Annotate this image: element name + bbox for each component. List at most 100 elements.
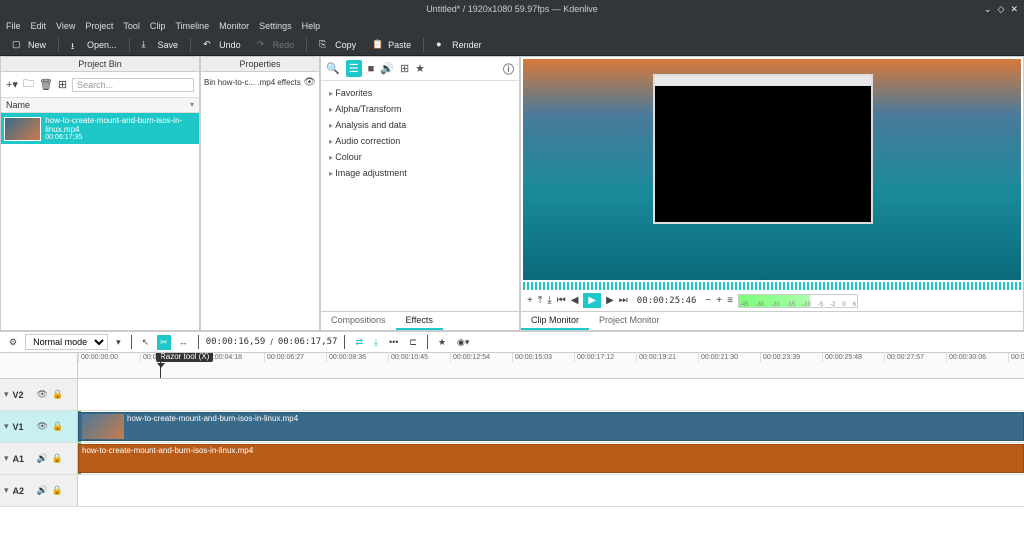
lock-icon[interactable]: 🔒 [52, 485, 63, 496]
playhead[interactable] [160, 353, 161, 378]
download-icon: ⭳ [71, 39, 83, 51]
track-a1[interactable]: ▾A1🔊🔒 how-to-create-mount-and-burn-isos-… [0, 443, 1024, 475]
step-back-icon[interactable]: ◀ [571, 295, 579, 306]
selection-tool-icon[interactable]: ↖ [139, 335, 153, 350]
effect-category[interactable]: Audio correction [329, 133, 511, 149]
mute-icon[interactable]: 🔊 [37, 485, 48, 496]
effect-category[interactable]: Colour [329, 149, 511, 165]
spacer-tool-icon[interactable]: ↔ [176, 335, 191, 349]
tab-project-monitor[interactable]: Project Monitor [589, 312, 670, 330]
zone-end-icon[interactable]: ⤓ [547, 295, 551, 306]
search-icon[interactable]: 🔍 [326, 62, 340, 75]
open-button[interactable]: ⭳Open... [65, 37, 123, 53]
insert-icon[interactable]: ••• [386, 335, 401, 349]
custom-effects-icon[interactable]: ⊞ [400, 62, 409, 75]
timeline-ruler[interactable]: Razor tool (X) 00:00:00:0000:00:02:0900:… [0, 353, 1024, 379]
minimize-button[interactable]: ⌄ [984, 4, 992, 15]
audio-clip[interactable]: how-to-create-mount-and-burn-isos-in-lin… [78, 444, 1024, 473]
timeline-tc-in[interactable]: 00:00:16,59 [206, 337, 266, 347]
props-text: Bin how-to-c... .mp4 effects [204, 78, 301, 87]
maximize-button[interactable]: ◇ [998, 4, 1005, 15]
copy-button[interactable]: ⎘Copy [313, 37, 362, 53]
timeline-tracks: ▾V2👁🔒 ▾V1👁🔒 how-to-create-mount-and-burn… [0, 379, 1024, 507]
menu-help[interactable]: Help [302, 21, 321, 31]
step-fwd-icon[interactable]: ▶ [606, 295, 614, 306]
edit-mode-select[interactable]: Normal mode [25, 334, 108, 350]
options-icon[interactable]: ≡ [727, 295, 733, 306]
undo-button[interactable]: ↶Undo [197, 37, 247, 53]
effect-category[interactable]: Favorites [329, 85, 511, 101]
preview-icon[interactable]: ◉▾ [454, 335, 472, 350]
rewind-icon[interactable]: ⏮ [557, 295, 566, 306]
bin-column-header[interactable]: Name [1, 98, 199, 113]
video-clip[interactable]: how-to-create-mount-and-burn-isos-in-lin… [78, 412, 1024, 441]
effect-category[interactable]: Image adjustment [329, 165, 511, 181]
save-button[interactable]: ⤓Save [136, 37, 185, 53]
redo-button[interactable]: ↷Redo [251, 37, 301, 53]
tc-minus-icon[interactable]: − [705, 295, 711, 306]
ruler-tick: 00:00:15:03 [512, 353, 574, 362]
menu-clip[interactable]: Clip [150, 21, 166, 31]
track-expand-icon[interactable]: ▾ [4, 453, 9, 464]
menu-edit[interactable]: Edit [31, 21, 47, 31]
mute-icon[interactable]: 🔊 [37, 453, 48, 464]
chevron-down-icon[interactable]: ▾ [113, 335, 124, 350]
track-expand-icon[interactable]: ▾ [4, 485, 9, 496]
effect-category[interactable]: Analysis and data [329, 117, 511, 133]
lock-icon[interactable]: 🔒 [52, 453, 63, 464]
menu-view[interactable]: View [56, 21, 75, 31]
lock-icon[interactable]: 🔒 [52, 421, 63, 432]
razor-tool-icon[interactable]: ✂ [157, 335, 171, 350]
mix-icon[interactable]: ⇄ [352, 335, 366, 350]
track-down-icon[interactable]: ⤓ [371, 335, 381, 350]
track-expand-icon[interactable]: ▾ [4, 421, 9, 432]
mute-icon[interactable]: 👁 [37, 389, 48, 400]
bin-clip-item[interactable]: how-to-create-mount-and-burn-isos-in-lin… [1, 113, 199, 144]
favorites-icon[interactable]: ★ [415, 62, 425, 75]
favorite-icon[interactable]: ★ [435, 335, 449, 350]
tag-icon[interactable]: ⊞ [58, 78, 67, 91]
menu-timeline[interactable]: Timeline [175, 21, 209, 31]
video-effects-icon[interactable]: ■ [368, 63, 375, 75]
add-marker-icon[interactable]: + [527, 295, 533, 306]
info-icon[interactable]: ⓘ [503, 61, 514, 77]
menu-monitor[interactable]: Monitor [219, 21, 249, 31]
paste-button[interactable]: 📋Paste [366, 37, 417, 53]
ruler-tick: 00:00:00:00 [78, 353, 140, 362]
audio-effects-icon[interactable]: 🔊 [380, 62, 394, 75]
monitor-viewport[interactable] [523, 59, 1021, 280]
folder-icon[interactable]: 🗀 [23, 75, 34, 94]
settings-icon[interactable]: ⚙ [6, 335, 20, 350]
bin-header: Project Bin [1, 57, 199, 72]
track-a2[interactable]: ▾A2🔊🔒 [0, 475, 1024, 507]
new-button[interactable]: ▢New [6, 37, 52, 53]
close-button[interactable]: ✕ [1010, 4, 1018, 15]
effect-category[interactable]: Alpha/Transform [329, 101, 511, 117]
lock-icon[interactable]: 🔒 [52, 389, 63, 400]
play-button[interactable]: ▶ [583, 293, 601, 308]
tab-clip-monitor[interactable]: Clip Monitor [521, 312, 589, 330]
visibility-icon[interactable]: 👁 [303, 77, 316, 88]
track-v1[interactable]: ▾V1👁🔒 how-to-create-mount-and-burn-isos-… [0, 411, 1024, 443]
menu-project[interactable]: Project [85, 21, 113, 31]
monitor-timecode[interactable]: 00:00:25:46 [637, 296, 697, 306]
timeline-tc-out[interactable]: 00:06:17,57 [278, 337, 338, 347]
tab-effects[interactable]: Effects [396, 312, 443, 330]
fast-fwd-icon[interactable]: ⏭ [619, 295, 628, 306]
track-expand-icon[interactable]: ▾ [4, 389, 9, 400]
monitor-scrubber[interactable] [523, 282, 1021, 290]
menu-settings[interactable]: Settings [259, 21, 292, 31]
render-button[interactable]: ●Render [430, 37, 488, 53]
mute-icon[interactable]: 👁 [37, 421, 48, 432]
tc-plus-icon[interactable]: + [716, 295, 722, 306]
bin-search-input[interactable]: Search... [72, 78, 194, 92]
track-v2[interactable]: ▾V2👁🔒 [0, 379, 1024, 411]
menu-tool[interactable]: Tool [123, 21, 140, 31]
overwrite-icon[interactable]: ⊏ [406, 335, 420, 350]
zone-start-icon[interactable]: ⤒ [538, 295, 542, 306]
add-clip-icon[interactable]: +▾ [6, 78, 18, 91]
tab-compositions[interactable]: Compositions [321, 312, 396, 330]
menu-file[interactable]: File [6, 21, 21, 31]
delete-icon[interactable]: 🗑 [39, 78, 53, 91]
list-icon[interactable]: ☰ [346, 60, 362, 77]
